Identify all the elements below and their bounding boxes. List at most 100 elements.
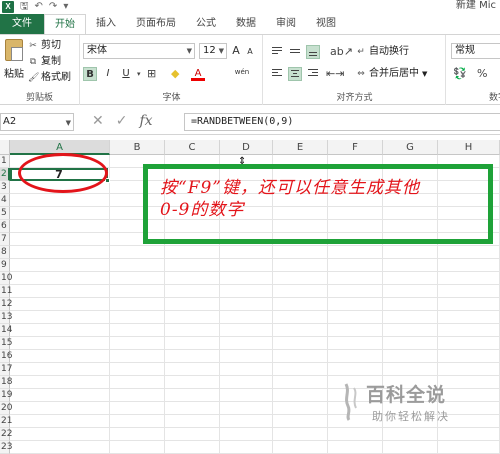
tab-data[interactable]: 数据 xyxy=(226,14,266,34)
row-gridline xyxy=(10,271,500,272)
select-all-corner[interactable] xyxy=(0,140,10,155)
format-painter-button[interactable]: 🖌 格式刷 xyxy=(28,71,71,85)
wrap-icon: ↵ xyxy=(357,47,365,57)
font-size-value: 12 xyxy=(203,45,216,56)
row-gridline xyxy=(10,245,500,246)
copy-button[interactable]: ⧉ 复制 xyxy=(28,55,61,69)
italic-button[interactable]: I xyxy=(101,67,115,81)
tab-review[interactable]: 审阅 xyxy=(266,14,306,34)
underline-dropdown-icon[interactable]: ▾ xyxy=(137,67,141,81)
shrink-font-button[interactable]: A xyxy=(243,45,257,59)
undo-icon[interactable]: ↶ xyxy=(35,1,43,13)
font-size-dropdown[interactable]: 12 ▼ xyxy=(199,43,227,59)
row-header-21[interactable]: 21 xyxy=(0,415,12,428)
indent-icon[interactable]: ⇤⇥ xyxy=(326,67,344,81)
row-gridline xyxy=(10,336,500,337)
row-header-9[interactable]: 9 xyxy=(0,259,10,272)
row-header-3[interactable]: 3 xyxy=(0,181,10,194)
row-header-4[interactable]: 4 xyxy=(0,194,10,207)
font-name-value: 宋体 xyxy=(87,45,107,56)
underline-button[interactable]: U xyxy=(119,67,133,81)
orientation-icon[interactable]: ab↗ xyxy=(330,45,353,59)
borders-icon[interactable]: ⊞ xyxy=(147,67,156,81)
row-header-8[interactable]: 8 xyxy=(0,246,10,259)
tab-file[interactable]: 文件 xyxy=(0,14,44,34)
save-icon[interactable]: 🖫 xyxy=(20,1,29,13)
cancel-icon[interactable]: ✕ xyxy=(92,113,104,129)
row-header-16[interactable]: 16 xyxy=(0,350,12,363)
row-gridline xyxy=(10,284,500,285)
formula-input[interactable]: =RANDBETWEEN(0,9) xyxy=(184,113,500,131)
row-gridline xyxy=(10,297,500,298)
callout-line-2: 0-9的数字 xyxy=(160,200,245,220)
tab-page-layout[interactable]: 页面布局 xyxy=(126,14,186,34)
grow-font-button[interactable]: A xyxy=(229,44,243,58)
tab-insert[interactable]: 插入 xyxy=(86,14,126,34)
row-header-1[interactable]: 1 xyxy=(0,155,10,168)
column-header-d[interactable]: D xyxy=(220,140,273,155)
row-header-5[interactable]: 5 xyxy=(0,207,10,220)
align-center-button[interactable] xyxy=(288,67,302,81)
merge-center-button[interactable]: ⇔ 合并后居中 ▼ xyxy=(356,67,427,81)
currency-icon[interactable]: 💱 xyxy=(453,67,467,81)
tab-formulas[interactable]: 公式 xyxy=(186,14,226,34)
row-header-15[interactable]: 15 xyxy=(0,337,12,350)
row-header-18[interactable]: 18 xyxy=(0,376,12,389)
column-header-g[interactable]: G xyxy=(383,140,438,155)
spreadsheet-grid[interactable]: ABCDEFGH 1 2 3 4 5 6 7 8 9 10 11 12 13 14 15 16 17 18 19 20… xyxy=(0,135,500,454)
number-group: 常规 💱 % 数字 xyxy=(447,35,500,105)
paste-button[interactable]: 粘贴 xyxy=(2,39,26,83)
name-box[interactable]: A2 ▼ xyxy=(0,113,74,131)
font-color-button[interactable]: A xyxy=(191,67,205,81)
align-left-button[interactable] xyxy=(270,67,284,81)
number-format-dropdown[interactable]: 常规 xyxy=(451,43,500,59)
align-right-button[interactable] xyxy=(306,67,320,81)
row-header-13[interactable]: 13 xyxy=(0,311,12,324)
wrap-text-button[interactable]: ↵ 自动换行 xyxy=(356,45,409,59)
row-header-20[interactable]: 20 xyxy=(0,402,12,415)
row-header-11[interactable]: 11 xyxy=(0,285,12,298)
tab-home[interactable]: 开始 xyxy=(44,14,86,35)
row-header-19[interactable]: 19 xyxy=(0,389,12,402)
enter-icon[interactable]: ✓ xyxy=(116,113,128,129)
cut-button[interactable]: ✂ 剪切 xyxy=(28,39,61,53)
tab-view[interactable]: 视图 xyxy=(306,14,346,34)
phonetic-button[interactable]: wén xyxy=(231,65,253,79)
bold-button[interactable]: B xyxy=(83,67,97,81)
format-painter-label: 格式刷 xyxy=(41,72,71,83)
column-header-e[interactable]: E xyxy=(273,140,328,155)
row-header-12[interactable]: 12 xyxy=(0,298,12,311)
redo-icon[interactable]: ↷ xyxy=(49,1,57,13)
font-name-dropdown[interactable]: 宋体 ▼ xyxy=(83,43,195,59)
row-header-17[interactable]: 17 xyxy=(0,363,12,376)
row-gridline xyxy=(10,362,500,363)
row-header-10[interactable]: 10 xyxy=(0,272,12,285)
row-header-2[interactable]: 2 xyxy=(0,168,10,181)
paste-label: 粘贴 xyxy=(4,69,24,80)
merge-center-label: 合并后居中 xyxy=(369,68,419,79)
insert-function-icon[interactable]: fx xyxy=(139,113,152,129)
row-header-23[interactable]: 23 xyxy=(0,441,12,454)
row-header-14[interactable]: 14 xyxy=(0,324,12,337)
title-bar: X 🖫 ↶ ↷ ▾ 新建 Mic xyxy=(0,0,500,14)
customize-qat-icon[interactable]: ▾ xyxy=(63,1,68,13)
alignment-group: ab↗ ⇤⇥ ↵ 自动换行 ⇔ 合并后居中 ▼ 对齐方式 xyxy=(264,35,446,105)
column-header-f[interactable]: F xyxy=(328,140,383,155)
column-header-h[interactable]: H xyxy=(438,140,500,155)
chevron-down-icon: ▼ xyxy=(186,47,192,55)
align-middle-button[interactable] xyxy=(288,45,302,59)
row-header-22[interactable]: 22 xyxy=(0,428,12,441)
row-gridline xyxy=(10,440,500,441)
percent-icon[interactable]: % xyxy=(477,67,487,81)
ribbon: 粘贴 ✂ 剪切 ⧉ 复制 🖌 格式刷 剪贴板 宋体 ▼ 12 ▼ A A B I… xyxy=(0,34,500,105)
instruction-callout: 按“F9”键，还可以任意生成其他 0-9的数字 xyxy=(143,164,493,244)
highlight-ellipse xyxy=(18,153,108,193)
column-header-b[interactable]: B xyxy=(110,140,165,155)
align-top-button[interactable] xyxy=(270,45,284,59)
row-header-6[interactable]: 6 xyxy=(0,220,10,233)
align-bottom-button[interactable] xyxy=(306,45,320,59)
row-header-7[interactable]: 7 xyxy=(0,233,10,246)
formula-bar: A2 ▼ ✕ ✓ fx =RANDBETWEEN(0,9) xyxy=(0,105,500,135)
column-header-c[interactable]: C xyxy=(165,140,220,155)
fill-color-icon[interactable]: ◆ xyxy=(171,67,179,81)
